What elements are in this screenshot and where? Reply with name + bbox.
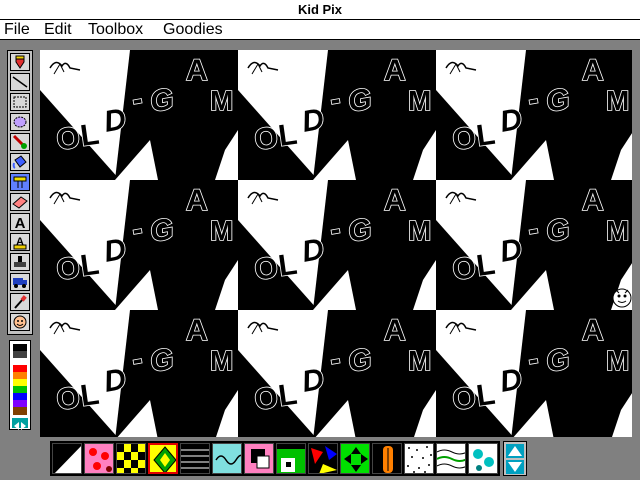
menu-file[interactable]: File bbox=[4, 21, 30, 39]
toolbox: A A bbox=[7, 50, 33, 335]
menu-toolbox[interactable]: Toolbox bbox=[88, 21, 143, 39]
stamp-letter: O bbox=[450, 251, 478, 287]
stamp-letter: A bbox=[186, 54, 208, 87]
checker-option-icon[interactable] bbox=[116, 443, 146, 474]
stamp-letter: M bbox=[606, 215, 629, 246]
window-title: Kid Pix bbox=[297, 2, 343, 17]
text-tool-icon[interactable]: A bbox=[10, 213, 30, 231]
stamp-letter: A bbox=[582, 184, 604, 217]
stamp-letter: M bbox=[606, 345, 629, 376]
undo-guy-tool-icon[interactable] bbox=[10, 313, 30, 331]
squiggle-option-icon[interactable] bbox=[212, 443, 242, 474]
stamp-letter: M bbox=[408, 345, 431, 376]
stamp-letter: A bbox=[384, 184, 406, 217]
bubbles-option-icon[interactable] bbox=[468, 443, 498, 474]
stamp-letter: M bbox=[408, 85, 431, 116]
palette-scroll-arrows-icon[interactable] bbox=[12, 418, 28, 430]
stamp-letter: A bbox=[384, 314, 406, 347]
drawing-canvas[interactable]: OLD-GAMOLD-GAMOLD-GAMOLD-GAMOLD-GAMOLD-G… bbox=[40, 50, 632, 437]
color-palette bbox=[9, 340, 31, 430]
paint-can-tool-icon[interactable] bbox=[10, 153, 30, 171]
menu-edit[interactable]: Edit bbox=[44, 21, 72, 39]
shards-option-icon[interactable] bbox=[308, 443, 338, 474]
diamond-option-icon[interactable] bbox=[148, 443, 178, 474]
stamp-letter: M bbox=[210, 215, 233, 246]
title-bar: Kid Pix bbox=[0, 0, 640, 20]
svg-text:A: A bbox=[15, 215, 26, 230]
stamp-letter: O bbox=[450, 121, 478, 157]
stamp-letter: A bbox=[186, 184, 208, 217]
stamp-letter: A bbox=[384, 54, 406, 87]
electric-mixer-tool-icon[interactable] bbox=[10, 173, 30, 191]
rectangle-tool-icon[interactable] bbox=[10, 93, 30, 111]
rubber-stamp-tool-icon[interactable] bbox=[10, 253, 30, 271]
orange-bar-option-icon[interactable] bbox=[372, 443, 402, 474]
arrows-option-icon[interactable] bbox=[340, 443, 370, 474]
eyedropper-tool-icon[interactable] bbox=[10, 293, 30, 311]
menu-bar: File Edit Toolbox Goodies bbox=[0, 20, 640, 40]
scroll-up-arrow-icon[interactable] bbox=[506, 444, 524, 458]
menu-goodies[interactable]: Goodies bbox=[163, 21, 223, 39]
alphabet-stamp-tool-icon[interactable]: A bbox=[10, 233, 30, 251]
eraser-tool-icon[interactable] bbox=[10, 193, 30, 211]
wacky-brush-tool-icon[interactable] bbox=[10, 133, 30, 151]
stamp-letter: O bbox=[252, 121, 280, 157]
pink-dots-option-icon[interactable] bbox=[84, 443, 114, 474]
color-swatch[interactable] bbox=[13, 407, 27, 415]
stamp-letter: M bbox=[210, 85, 233, 116]
canvas-artwork: OL D- GAMOL D- GAMOL D- GAMOL D- GAMOL D- GAMOL D- G… bbox=[40, 50, 632, 437]
tool-options-bar bbox=[50, 441, 500, 476]
stamp-letter: O bbox=[252, 251, 280, 287]
stripes-option-icon[interactable] bbox=[180, 443, 210, 474]
pink-grid-option-icon[interactable] bbox=[244, 443, 274, 474]
stamp-letter: A bbox=[582, 54, 604, 87]
wacky-pencil-tool-icon[interactable] bbox=[10, 53, 30, 71]
stamp-letter: O bbox=[54, 251, 82, 287]
stamp-letter: A bbox=[186, 314, 208, 347]
stamp-letter: M bbox=[606, 85, 629, 116]
stamp-letter: A bbox=[582, 314, 604, 347]
moving-van-tool-icon[interactable] bbox=[10, 273, 30, 291]
green-blocks-option-icon[interactable] bbox=[276, 443, 306, 474]
line-tool-icon[interactable] bbox=[10, 73, 30, 91]
triangle-option-icon[interactable] bbox=[52, 443, 82, 474]
stamp-letter: M bbox=[210, 345, 233, 376]
oval-tool-icon[interactable] bbox=[10, 113, 30, 131]
scroll-down-arrow-icon[interactable] bbox=[506, 460, 524, 474]
stamp-letter: O bbox=[54, 381, 82, 417]
stamp-letter: O bbox=[54, 121, 82, 157]
options-scroll-control bbox=[503, 441, 527, 476]
cow-face-stamp-icon bbox=[612, 288, 632, 308]
waves-option-icon[interactable] bbox=[436, 443, 466, 474]
speckle-option-icon[interactable] bbox=[404, 443, 434, 474]
stamp-letter: O bbox=[450, 381, 478, 417]
stamp-letter: M bbox=[408, 215, 431, 246]
stamp-letter: O bbox=[252, 381, 280, 417]
